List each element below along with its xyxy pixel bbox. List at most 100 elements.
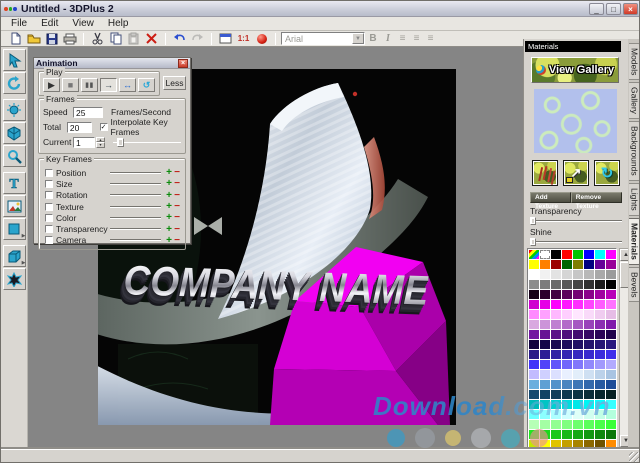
color-checkbox[interactable] <box>45 214 53 222</box>
color-swatch[interactable] <box>551 380 561 389</box>
color-swatch[interactable] <box>562 310 572 319</box>
color-swatch[interactable] <box>606 410 616 419</box>
color-swatch[interactable] <box>606 360 616 369</box>
color-swatch[interactable] <box>606 430 616 439</box>
color-swatch[interactable] <box>595 340 605 349</box>
transparency-checkbox[interactable] <box>45 225 53 233</box>
color-swatch[interactable] <box>562 330 572 339</box>
remove-texture-button[interactable]: Remove Texture <box>571 192 622 203</box>
color-swatch[interactable] <box>540 300 550 309</box>
color-swatch[interactable] <box>573 440 583 448</box>
color-swatch[interactable] <box>540 250 550 259</box>
color-swatch[interactable] <box>606 320 616 329</box>
add-keyframe-button[interactable]: + <box>165 190 173 201</box>
color-swatch[interactable] <box>584 250 594 259</box>
remove-keyframe-button[interactable]: − <box>173 190 181 201</box>
add-keyframe-button[interactable]: + <box>165 178 173 189</box>
remove-keyframe-button[interactable]: − <box>173 212 181 223</box>
color-swatch[interactable] <box>551 430 561 439</box>
deform-tool-button[interactable] <box>3 268 26 290</box>
color-swatch[interactable] <box>551 260 561 269</box>
tab-backgrounds[interactable]: Backgrounds <box>629 121 640 181</box>
lights-tool-button[interactable] <box>3 99 26 121</box>
tab-bevels[interactable]: Bevels <box>629 267 640 303</box>
pause-button[interactable]: ▮▮ <box>81 78 98 92</box>
texture-paint-thumbnail[interactable] <box>532 160 558 186</box>
tab-materials[interactable]: Materials <box>629 218 640 265</box>
text-tool-button[interactable]: T <box>3 172 26 194</box>
color-swatch[interactable] <box>529 290 539 299</box>
rotate-tool-button[interactable] <box>3 72 26 94</box>
keyframe-track[interactable] <box>110 228 161 230</box>
color-swatch[interactable] <box>551 440 561 448</box>
color-swatch[interactable] <box>529 380 539 389</box>
render-button[interactable] <box>253 32 270 46</box>
color-swatch[interactable] <box>584 260 594 269</box>
new-button[interactable] <box>7 32 24 46</box>
shape-tool-button[interactable]: ▶ <box>3 218 26 240</box>
remove-keyframe-button[interactable]: − <box>173 235 181 246</box>
remove-keyframe-button[interactable]: − <box>173 201 181 212</box>
total-input[interactable]: 20 <box>67 122 92 133</box>
color-swatch[interactable] <box>595 270 605 279</box>
cut-button[interactable] <box>89 32 106 46</box>
color-swatch[interactable] <box>606 330 616 339</box>
color-swatch[interactable] <box>529 410 539 419</box>
color-swatch[interactable] <box>529 340 539 349</box>
maximize-button[interactable]: □ <box>606 3 621 15</box>
color-swatch[interactable] <box>540 390 550 399</box>
color-swatch[interactable] <box>606 400 616 409</box>
tab-models[interactable]: Models <box>629 43 640 80</box>
color-swatch[interactable] <box>529 280 539 289</box>
color-swatch[interactable] <box>562 390 572 399</box>
color-swatch[interactable] <box>540 400 550 409</box>
object-tool-button[interactable] <box>3 122 26 144</box>
rotation-checkbox[interactable] <box>45 191 53 199</box>
color-swatch[interactable] <box>573 290 583 299</box>
color-swatch[interactable] <box>562 320 572 329</box>
ping-pong-button[interactable]: ↔ <box>119 78 136 92</box>
current-input[interactable]: 1 <box>73 137 95 148</box>
color-swatch[interactable] <box>540 270 550 279</box>
transparency-slider[interactable] <box>530 217 622 225</box>
color-swatch[interactable] <box>595 440 605 448</box>
color-swatch[interactable] <box>573 420 583 429</box>
open-button[interactable] <box>25 32 42 46</box>
play-once-button[interactable]: → <box>100 78 117 92</box>
select-tool-button[interactable] <box>3 49 26 71</box>
keyframe-track[interactable] <box>110 183 161 185</box>
color-swatch[interactable] <box>562 350 572 359</box>
color-swatch[interactable] <box>562 420 572 429</box>
color-swatch[interactable] <box>573 280 583 289</box>
color-swatch[interactable] <box>584 410 594 419</box>
color-swatch[interactable] <box>595 260 605 269</box>
add-keyframe-button[interactable]: + <box>165 224 173 235</box>
color-swatch[interactable] <box>573 340 583 349</box>
align-center-icon[interactable]: ≡ <box>410 33 423 44</box>
flyout-arrow-icon[interactable]: ▶ <box>22 261 26 266</box>
color-swatch[interactable] <box>573 330 583 339</box>
color-swatch[interactable] <box>584 420 594 429</box>
color-swatch[interactable] <box>529 400 539 409</box>
less-button[interactable]: Less <box>163 76 186 90</box>
color-swatch[interactable] <box>584 360 594 369</box>
font-combobox[interactable]: Arial ▼ <box>281 32 365 45</box>
color-swatch[interactable] <box>584 340 594 349</box>
close-button[interactable]: × <box>623 3 638 15</box>
color-swatch[interactable] <box>529 330 539 339</box>
color-swatch[interactable] <box>529 390 539 399</box>
color-swatch[interactable] <box>562 250 572 259</box>
resize-grip[interactable] <box>629 452 639 462</box>
color-swatch[interactable] <box>540 380 550 389</box>
color-swatch[interactable] <box>562 380 572 389</box>
copy-button[interactable] <box>107 32 124 46</box>
italic-button[interactable]: I <box>381 33 395 44</box>
color-swatch[interactable] <box>595 410 605 419</box>
color-swatch[interactable] <box>595 380 605 389</box>
texture-rotate-thumbnail[interactable]: ↻ <box>594 160 620 186</box>
color-swatch[interactable] <box>573 310 583 319</box>
add-keyframe-button[interactable]: + <box>165 167 173 178</box>
color-swatch[interactable] <box>540 350 550 359</box>
color-swatch[interactable] <box>551 420 561 429</box>
color-swatch[interactable] <box>606 270 616 279</box>
